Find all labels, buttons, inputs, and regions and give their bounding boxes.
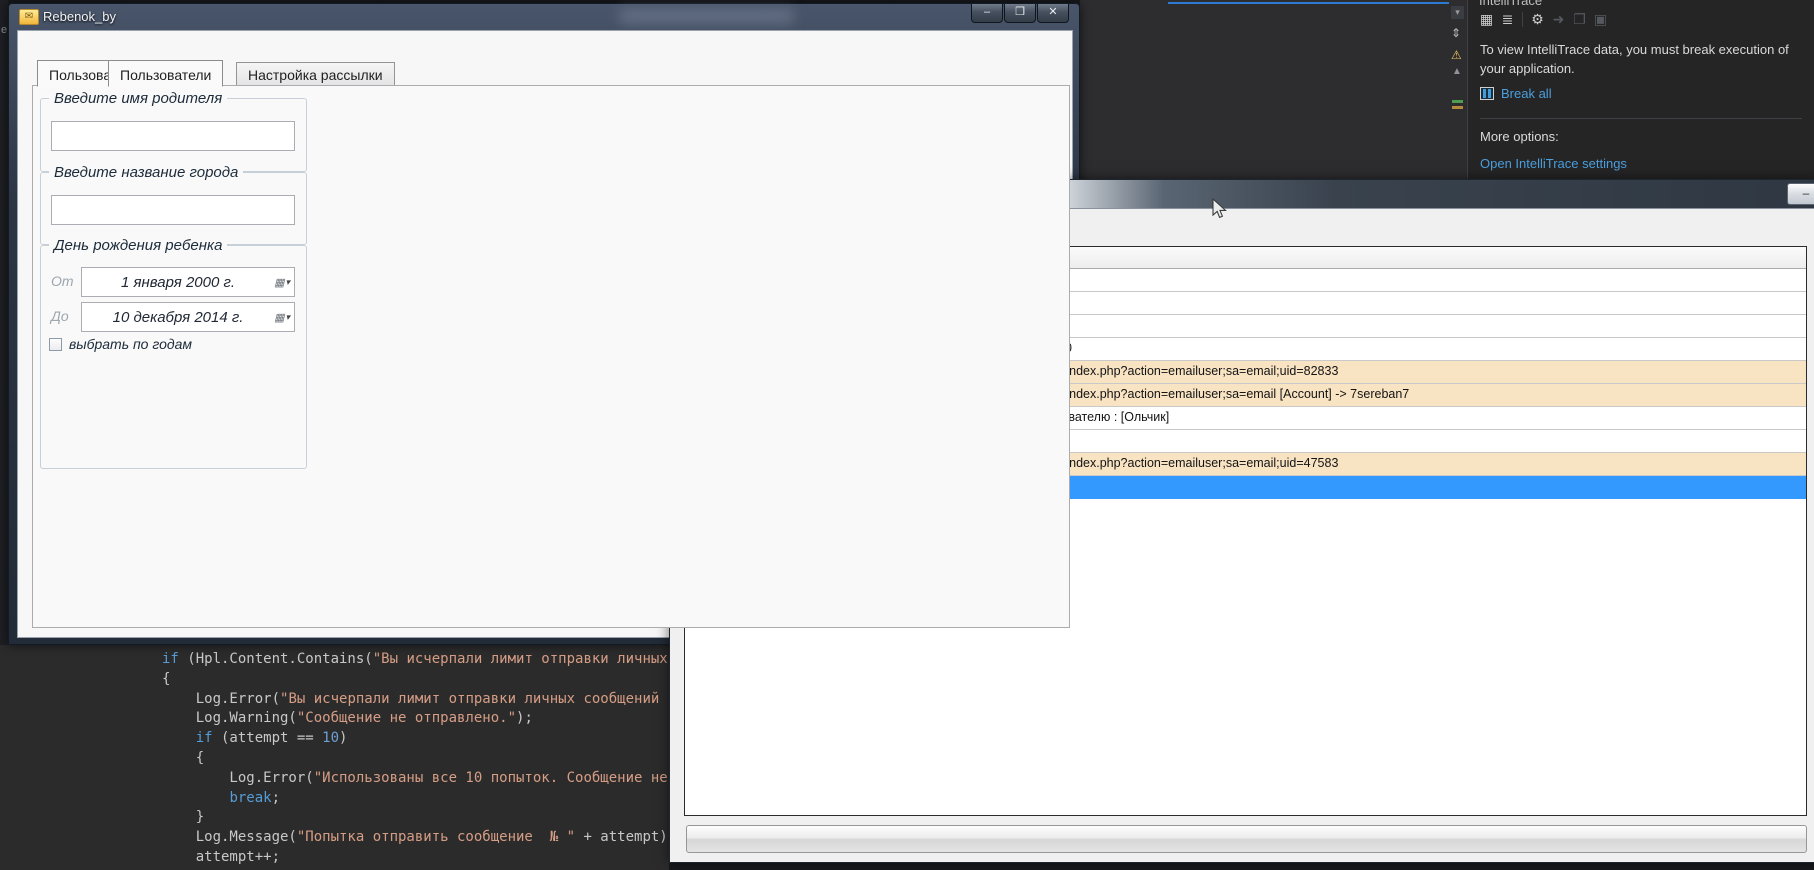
code-token: break	[229, 790, 271, 806]
city-label: Введите название города	[49, 164, 243, 181]
continue-icon: ➜	[1548, 11, 1569, 28]
code-token	[162, 730, 196, 746]
code-line: Log.Error("Вы исчерпали лимит отправки л…	[162, 690, 669, 710]
code-token: {	[162, 750, 204, 766]
break-all-row: Break all	[1480, 86, 1552, 101]
code-line: Log.Warning("Сообщение не отправлено.");	[162, 709, 669, 729]
change-mark-green	[1452, 100, 1463, 103]
pause-icon	[1480, 87, 1494, 100]
intellitrace-toolbar: ▦≣ ⚙➜❐▣	[1476, 9, 1611, 29]
tab-polzovateli-active[interactable]: Пользователи	[108, 60, 223, 87]
birthday-label: День рождения ребенка	[49, 237, 227, 254]
code-token: Log.Error(	[162, 691, 280, 707]
rebenok-titlebar[interactable]: ✉ Rebenok_by –❒✕	[9, 4, 1079, 30]
window-icon: ❐	[1569, 11, 1590, 28]
settings-gear-icon[interactable]: ⚙	[1527, 11, 1548, 28]
edge-letter: e	[1, 24, 7, 36]
rebenok-window: ✉ Rebenok_by –❒✕ Пользователи Главная На…	[8, 3, 1080, 645]
code-token: (Hpl.Content.Contains(	[179, 651, 373, 667]
code-line: }	[162, 808, 669, 828]
scroll-up-icon[interactable]: ▲	[1452, 66, 1462, 77]
code-line: if (attempt == 10)	[162, 729, 669, 749]
from-label: От	[51, 273, 74, 289]
code-line: {	[162, 670, 669, 690]
code-token: }	[162, 809, 204, 825]
calls-view-icon[interactable]: ≣	[1497, 11, 1518, 28]
calendar-icon: ▦	[274, 276, 284, 289]
code-editor[interactable]: if (Hpl.Content.Contains("Вы исчерпали л…	[0, 645, 669, 870]
code-line: attempt++;	[162, 848, 669, 868]
code-token: Log.Warning(	[162, 710, 297, 726]
code-token: Log.Message(	[162, 829, 297, 845]
intellitrace-panel: IntelliTrace ▦≣ ⚙➜❐▣ To view IntelliTrace…	[1467, 0, 1814, 182]
birthday-groupbox: День рождения ребенка От 1 января 2000 г…	[40, 245, 307, 469]
code-token: if	[196, 730, 213, 746]
code-token: attempt++;	[162, 849, 280, 865]
more-options-label: More options:	[1480, 129, 1559, 144]
rebenok-client-area: Пользователи Главная Настройка рассылки …	[17, 30, 1073, 638]
by-years-checkbox[interactable]	[49, 338, 62, 351]
tab-nastroyka[interactable]: Настройка рассылки	[236, 62, 395, 86]
close-button[interactable]: ✕	[1037, 4, 1069, 23]
code-token: if	[162, 651, 179, 667]
minimize-button[interactable]: –	[971, 4, 1003, 23]
chevron-down-icon: ▾	[285, 312, 290, 323]
maximize-button[interactable]: ❒	[1004, 4, 1036, 23]
window-title: Rebenok_by	[43, 9, 116, 24]
warning-icon: ⚠	[1451, 48, 1462, 62]
splitter-icon[interactable]: ⇕	[1451, 26, 1461, 40]
minimize-button[interactable]: –	[1787, 183, 1814, 205]
code-token: ;	[272, 790, 280, 806]
toolbar-separator	[1522, 12, 1523, 27]
by-years-label: выбрать по годам	[69, 336, 192, 352]
code-token: (attempt ==	[213, 730, 323, 746]
calendar-icon: ▦	[274, 311, 284, 324]
code-token: "Использованы все 10 попыток. Сообщение …	[314, 770, 669, 786]
mouse-cursor	[1212, 198, 1232, 220]
parent-name-input[interactable]	[51, 121, 295, 151]
code-lines: if (Hpl.Content.Contains("Вы исчерпали л…	[162, 650, 669, 870]
code-token: "Сообщение не отправлено."	[297, 710, 516, 726]
chevron-down-icon: ▾	[285, 277, 290, 288]
intellitrace-panel-title: IntelliTrace	[1479, 0, 1542, 8]
code-token: Log.Error(	[162, 770, 314, 786]
date-to-picker[interactable]: 10 декабря 2014 г. ▦ ▾	[81, 302, 295, 332]
code-token: 10	[322, 730, 339, 746]
date-from-value: 1 января 2000 г.	[82, 274, 274, 291]
to-label: До	[51, 308, 69, 324]
code-token: "Вы исчерпали лимит отправки личных сооб…	[280, 691, 669, 707]
code-token: )	[339, 730, 347, 746]
save-icon: ▣	[1590, 11, 1611, 28]
code-token	[162, 790, 229, 806]
code-token: );	[516, 710, 533, 726]
blurred-background-title	[619, 8, 794, 24]
code-line: Log.Message("Попытка отправить сообщение…	[162, 828, 669, 848]
city-input[interactable]	[51, 195, 295, 225]
date-from-picker[interactable]: 1 января 2000 г. ▦ ▾	[81, 267, 295, 297]
code-line: if (Hpl.Content.Contains("Вы исчерпали л…	[162, 650, 669, 670]
code-token: + attempt);	[575, 829, 669, 845]
code-line: {	[162, 749, 669, 769]
progress-bar	[686, 825, 1807, 853]
parent-name-label: Введите имя родителя	[49, 90, 227, 107]
code-token: {	[162, 671, 170, 687]
change-mark-orange	[1452, 106, 1463, 109]
envelope-icon: ✉	[19, 9, 39, 25]
intellitrace-message: To view IntelliTrace data, you must brea…	[1480, 40, 1804, 78]
desktop: e if (Hpl.Content.Contains("Вы исчерпали…	[0, 0, 1814, 870]
events-view-icon[interactable]: ▦	[1476, 11, 1497, 28]
date-to-value: 10 декабря 2014 г.	[82, 309, 274, 326]
code-line: Log.Error("Использованы все 10 попыток. …	[162, 769, 669, 789]
divider	[1480, 118, 1802, 119]
break-all-link[interactable]: Break all	[1501, 86, 1552, 101]
code-line: break;	[162, 789, 669, 809]
open-intellitrace-settings-link[interactable]: Open IntelliTrace settings	[1480, 156, 1627, 171]
code-token: "Вы исчерпали лимит отправки личных со	[373, 651, 669, 667]
window-controls: –❒✕	[970, 4, 1069, 23]
editor-margin-strip: ▾ ⇕ ⚠ ▲	[1449, 0, 1467, 182]
dropdown-arrow-icon[interactable]: ▾	[1451, 6, 1464, 19]
code-token: "Попытка отправить сообщение № "	[297, 829, 575, 845]
